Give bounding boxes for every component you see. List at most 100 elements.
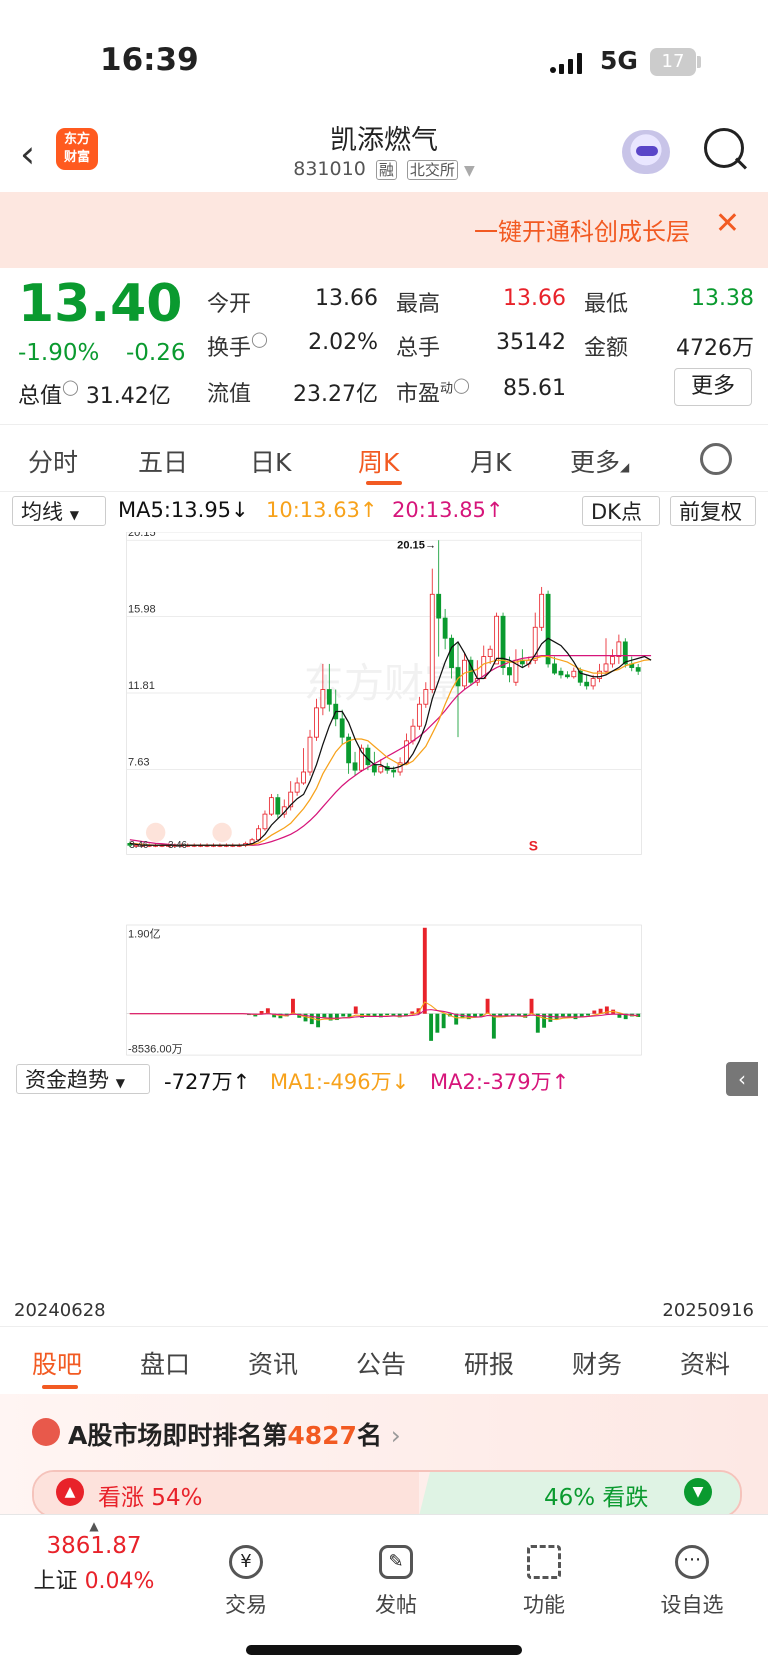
- candle-body: [539, 593, 545, 628]
- low-price-label: 3.46: [168, 840, 187, 851]
- index-row: 上证 0.04%: [24, 1563, 164, 1595]
- tab-orderbook[interactable]: 盘口: [140, 1345, 190, 1381]
- volume-value: 35142: [496, 330, 566, 355]
- signal-icon: [145, 822, 166, 843]
- bottom-nav: ▲ 3861.87 上证 0.04% ¥ 交易 ✎ 发帖 功能 ⋯ 设自选: [0, 1514, 768, 1671]
- fund-bar: [586, 1013, 590, 1016]
- tab-forum[interactable]: 股吧: [32, 1345, 82, 1381]
- down-arrow-icon[interactable]: ▼: [684, 1478, 712, 1506]
- fund-bar: [517, 1013, 521, 1016]
- banner-text[interactable]: 一键开通科创成长层: [474, 212, 690, 247]
- bullish-bar[interactable]: [34, 1472, 419, 1516]
- volume-label: 总手: [396, 336, 441, 361]
- candle-body: [339, 718, 345, 738]
- info-icon[interactable]: ◯: [453, 376, 470, 394]
- candle-body: [371, 764, 377, 773]
- period-tabs: 分时 五日 日K 周K 月K 更多◢: [0, 424, 768, 492]
- tab-daily-k[interactable]: 日K: [250, 443, 291, 479]
- y-tick-label: 20.15: [128, 532, 156, 539]
- nav-post[interactable]: ✎ 发帖: [346, 1545, 446, 1619]
- tab-intraday[interactable]: 分时: [28, 443, 78, 479]
- date-range: 20240628 20250916: [0, 1298, 768, 1324]
- fund-y-bottom-label: -8536.00万: [128, 1043, 183, 1055]
- nav-post-label: 发帖: [375, 1593, 417, 1617]
- candle-body: [442, 617, 448, 639]
- tab-more[interactable]: 更多◢: [570, 443, 629, 479]
- low-label: 最低: [584, 292, 629, 317]
- candle-body: [423, 689, 429, 705]
- triangle-icon: ◢: [620, 460, 630, 474]
- fund-selector[interactable]: 资金趋势 ▼: [16, 1064, 150, 1094]
- pe-label-row: 市盈动◯: [396, 376, 470, 408]
- bullish-text: 看涨 54%: [98, 1485, 203, 1511]
- rank-text[interactable]: A股市场即时排名第4827名 ›: [68, 1416, 401, 1452]
- dk-point-button[interactable]: DK点: [582, 496, 660, 526]
- fund-bar: [485, 998, 490, 1014]
- candle-body: [507, 667, 512, 676]
- nav-trade-label: 交易: [225, 1593, 267, 1617]
- close-icon[interactable]: ✕: [715, 206, 740, 241]
- nav-functions[interactable]: 功能: [494, 1545, 594, 1619]
- promo-banner[interactable]: 一键开通科创成长层 ✕: [0, 192, 768, 268]
- fund-bar: [567, 1013, 572, 1017]
- candle-body: [410, 725, 416, 742]
- rank-panel[interactable]: A股市场即时排名第4827名 › ▲ 看涨 54% 46% 看跌 ▼: [0, 1394, 768, 1518]
- active-tab-indicator: [366, 481, 402, 485]
- y-tick-label: 7.63: [128, 756, 150, 768]
- candle-body: [262, 813, 268, 830]
- fund-bar: [385, 1013, 390, 1016]
- index-value: 3861.87: [46, 1533, 142, 1559]
- candle-body: [294, 782, 300, 793]
- tab-weekly-k[interactable]: 周K: [358, 443, 399, 479]
- y-tick-label: 15.98: [128, 603, 156, 615]
- dropdown-icon: ▼: [115, 1076, 125, 1090]
- chart-icon: [32, 1418, 60, 1446]
- candle-body: [590, 678, 596, 687]
- candle-body: [256, 828, 261, 841]
- kline-chart[interactable]: 20.1515.9811.817.63东方财富20.15→3.46 3.46 S1.…: [12, 532, 756, 1062]
- change-percent: -1.90%: [18, 340, 100, 366]
- candle-body: [268, 797, 274, 815]
- caret-up-icon: ▲: [89, 1519, 99, 1533]
- tab-five-day[interactable]: 五日: [138, 443, 188, 479]
- tab-finance[interactable]: 财务: [572, 1345, 622, 1381]
- float-label: 流值: [207, 382, 252, 407]
- gear-icon[interactable]: [700, 443, 732, 475]
- tab-research[interactable]: 研报: [464, 1345, 514, 1381]
- tab-profile[interactable]: 资料: [680, 1345, 730, 1381]
- nav-watchlist[interactable]: ⋯ 设自选: [642, 1545, 742, 1619]
- candle-body: [391, 769, 397, 773]
- market-cap-label: 总值: [18, 384, 63, 409]
- fund-y-top-label: 1.90亿: [128, 927, 161, 940]
- network-type: 5G: [600, 46, 638, 75]
- status-bar: 16:39 5G 17: [0, 0, 768, 110]
- adjust-button[interactable]: 前复权: [670, 496, 756, 526]
- open-label: 今开: [207, 292, 252, 317]
- candle-body: [275, 797, 281, 815]
- ma-indicator-bar: 均线 ▼ MA5:13.95↓ 10:13.63↑ 20:13.85↑ DK点 …: [0, 490, 768, 532]
- bearish-text: 46% 看跌: [544, 1485, 649, 1511]
- candle-body: [307, 736, 313, 773]
- more-button[interactable]: 更多: [674, 368, 752, 406]
- up-arrow-icon[interactable]: ▲: [56, 1478, 84, 1506]
- index-widget[interactable]: ▲ 3861.87 上证 0.04%: [24, 1519, 164, 1595]
- tab-announcements[interactable]: 公告: [356, 1345, 406, 1381]
- robot-visor: [636, 146, 658, 156]
- battery-tip: [697, 56, 701, 68]
- float-value: 23.27亿: [293, 382, 378, 407]
- fund-trend-bar: 资金趋势 ▼ -727万↑ MA1:-496万↓ MA2:-379万↑ ‹: [0, 1062, 768, 1098]
- current-price: 13.40: [18, 274, 183, 334]
- tab-monthly-k[interactable]: 月K: [470, 443, 511, 479]
- candle-body: [365, 747, 371, 766]
- nav-trade[interactable]: ¥ 交易: [196, 1545, 296, 1619]
- tab-news[interactable]: 资讯: [248, 1345, 298, 1381]
- pe-value: 85.61: [503, 376, 566, 401]
- yen-icon: ¥: [229, 1545, 263, 1579]
- collapse-icon[interactable]: ‹: [726, 1062, 758, 1096]
- home-indicator: [246, 1645, 522, 1655]
- fund-bar: [322, 1013, 327, 1018]
- info-icon[interactable]: ◯: [62, 378, 79, 396]
- info-icon[interactable]: ◯: [251, 330, 268, 348]
- ma-selector[interactable]: 均线 ▼: [12, 496, 106, 526]
- quote-panel: 13.40 -1.90% -0.26 总值◯ 31.42亿 今开 13.66 最…: [0, 268, 768, 424]
